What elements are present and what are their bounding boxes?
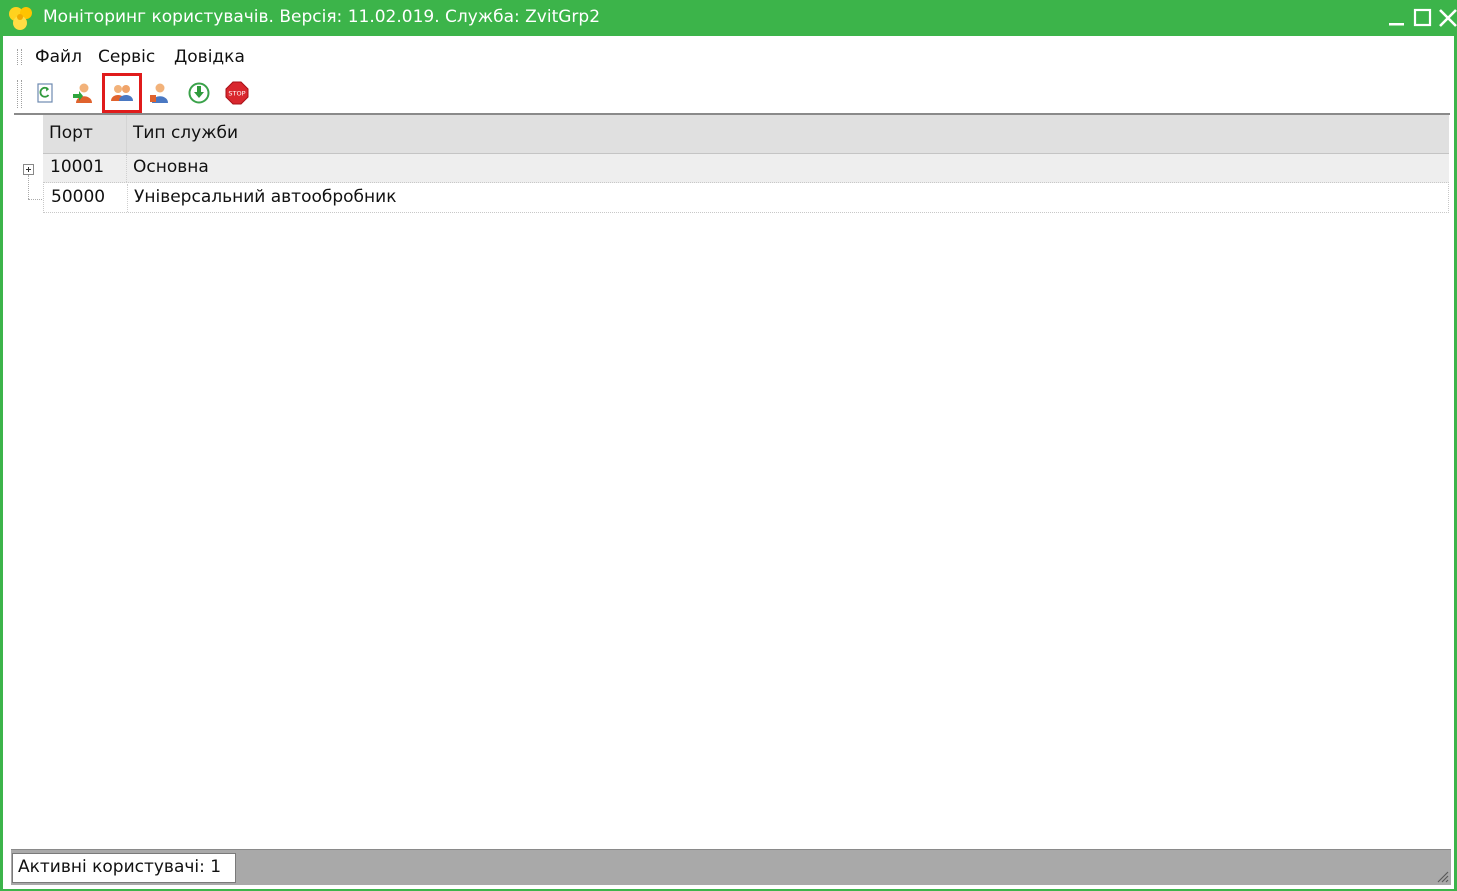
close-icon — [1439, 9, 1457, 27]
stop-icon: STOP — [225, 81, 249, 105]
user-connect-button[interactable] — [68, 78, 98, 108]
services-grid: Порт Тип служби 10001 Основна 50000 Унів… — [14, 113, 1450, 850]
user-info-icon — [150, 83, 168, 103]
maximize-button[interactable] — [1412, 7, 1434, 29]
refresh-button[interactable] — [30, 78, 60, 108]
menu-bar: Файл Сервіс Довідка — [6, 44, 1454, 70]
column-header-port[interactable]: Порт — [43, 115, 127, 153]
close-button[interactable] — [1437, 7, 1457, 29]
title-bar[interactable]: Моніторинг користувачів. Версія: 11.02.0… — [3, 0, 1457, 36]
app-window: Моніторинг користувачів. Версія: 11.02.0… — [0, 0, 1457, 891]
svg-text:STOP: STOP — [228, 90, 245, 98]
toolbar-grip[interactable] — [17, 80, 22, 108]
download-icon — [188, 82, 210, 104]
user-connect-icon — [73, 83, 92, 103]
grid-header: Порт Тип служби — [43, 115, 1449, 154]
toolbar: STOP — [6, 73, 1454, 113]
cell-port: 50000 — [44, 184, 128, 212]
table-row[interactable]: 50000 Універсальний автообробник — [43, 184, 1449, 213]
column-header-service-type[interactable]: Тип служби — [127, 115, 1449, 153]
menu-service[interactable]: Сервіс — [98, 47, 155, 67]
cell-service-type: Універсальний автообробник — [134, 187, 397, 207]
active-users-status: Активні користувачі: 1 — [12, 853, 236, 883]
users-group-button[interactable] — [102, 73, 142, 113]
user-info-button[interactable] — [145, 78, 175, 108]
cell-service-type: Основна — [133, 157, 209, 177]
menu-file[interactable]: Файл — [35, 47, 82, 67]
tree-line — [28, 175, 29, 199]
resize-grip-icon[interactable] — [1435, 869, 1449, 883]
users-group-icon — [111, 85, 133, 101]
cell-port: 10001 — [43, 154, 127, 182]
minimize-button[interactable] — [1386, 7, 1408, 29]
app-logo-icon — [9, 7, 32, 30]
minimize-icon — [1389, 23, 1404, 26]
menu-help[interactable]: Довідка — [174, 47, 245, 67]
table-row[interactable]: 10001 Основна — [43, 154, 1449, 183]
tree-line — [28, 199, 42, 200]
window-title: Моніторинг користувачів. Версія: 11.02.0… — [43, 7, 601, 27]
status-bar: Активні користувачі: 1 — [11, 849, 1451, 885]
refresh-icon — [37, 83, 53, 103]
download-button[interactable] — [184, 78, 214, 108]
maximize-icon — [1413, 8, 1432, 27]
stop-button[interactable]: STOP — [222, 78, 252, 108]
menu-grip[interactable] — [17, 49, 22, 65]
row-expand-toggle[interactable] — [23, 164, 34, 175]
